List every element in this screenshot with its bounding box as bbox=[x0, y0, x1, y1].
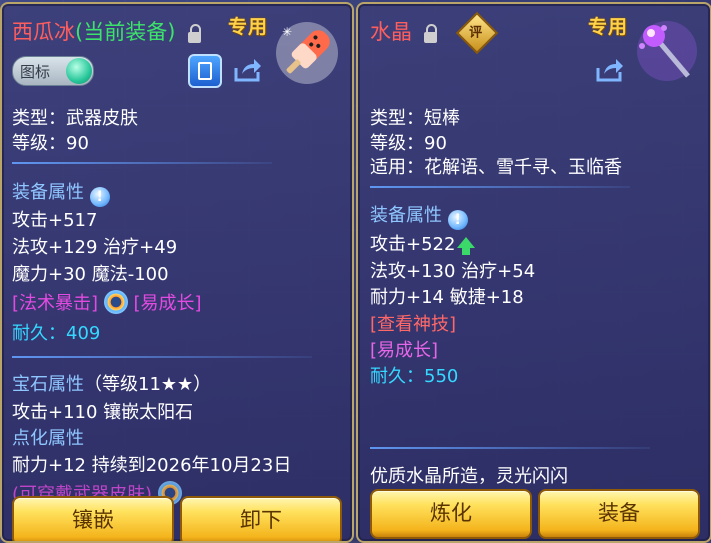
up-arrow-icon bbox=[457, 237, 476, 255]
lock-icon[interactable] bbox=[424, 24, 437, 43]
right-durability: 耐久：550 bbox=[370, 362, 458, 388]
exclusive-label: 专用 bbox=[228, 16, 269, 38]
right-attr-2: 法攻+130 治疗+54 bbox=[370, 261, 536, 282]
view-skill-link[interactable]: [查看神技] bbox=[370, 310, 456, 336]
unequip-button[interactable]: 卸下 bbox=[180, 496, 342, 541]
crystal-wand-icon bbox=[637, 21, 697, 81]
exclusive-label: 专用 bbox=[588, 16, 629, 38]
left-item-title: 西瓜冰(当前装备) bbox=[12, 16, 175, 46]
right-equip-attr-header: 装备属性 ! bbox=[370, 201, 468, 230]
left-item-status: (当前装备) bbox=[75, 20, 176, 44]
right-item-tooltip: 水晶 评 专用 类型：短棒 等级：90 适用：花解语、雪千寻、玉临香 装备属性 … bbox=[356, 2, 711, 543]
divider bbox=[12, 162, 272, 164]
info-icon[interactable]: ! bbox=[447, 210, 468, 230]
equip-attr-header-text: 装备属性 bbox=[12, 182, 84, 203]
share-icon[interactable] bbox=[594, 54, 624, 84]
left-item-name: 西瓜冰 bbox=[12, 20, 75, 44]
popsicle-skin-icon: ✳ bbox=[276, 22, 338, 84]
toggle-knob bbox=[66, 58, 92, 84]
left-gem-detail: 攻击+110 镶嵌太阳石 bbox=[12, 402, 194, 423]
rating-icon[interactable]: 评 bbox=[455, 11, 499, 55]
left-gem-row: 宝石属性（等级11★★） bbox=[12, 370, 211, 396]
left-level: 等级：90 bbox=[12, 133, 89, 154]
svg-text:✳: ✳ bbox=[282, 25, 292, 39]
left-type: 类型：武器皮肤 bbox=[12, 108, 138, 129]
right-usable: 适用：花解语、雪千寻、玉临香 bbox=[370, 157, 622, 178]
icon-toggle-label: 图标 bbox=[20, 63, 51, 81]
rating-icon-label: 评 bbox=[469, 25, 483, 41]
left-attr-1: 攻击+517 bbox=[12, 210, 98, 231]
right-type: 类型：短棒 bbox=[370, 108, 460, 129]
gem-header: 宝石属性 bbox=[12, 374, 84, 395]
durability-value: 550 bbox=[424, 366, 459, 387]
left-durability: 耐久：409 bbox=[12, 319, 100, 345]
durability-label: 耐久： bbox=[370, 366, 424, 387]
left-attr-2: 法攻+129 治疗+49 bbox=[12, 237, 178, 258]
lock-icon[interactable] bbox=[188, 24, 201, 43]
right-description: 优质水晶所造，灵光闪闪 bbox=[370, 466, 568, 487]
left-special-2[interactable]: [易成长] bbox=[134, 293, 202, 314]
divider bbox=[370, 186, 630, 188]
equip-attr-header-text: 装备属性 bbox=[370, 205, 442, 226]
right-level: 等级：90 bbox=[370, 133, 447, 154]
divider bbox=[370, 447, 650, 449]
icon-toggle[interactable]: 图标 bbox=[12, 56, 94, 86]
right-attr-1-text: 攻击+522 bbox=[370, 234, 456, 255]
save-icon-button[interactable] bbox=[188, 54, 222, 88]
info-icon[interactable]: ! bbox=[89, 187, 110, 207]
durability-value: 409 bbox=[66, 323, 101, 344]
left-special-1[interactable]: [法术暴击] bbox=[12, 293, 98, 314]
left-special-row: [法术暴击] [易成长] bbox=[12, 289, 202, 315]
refresh-icon[interactable] bbox=[103, 290, 128, 314]
right-item-name: 水晶 bbox=[370, 20, 412, 44]
left-dianhua-detail: 耐力+12 持续到2026年10月23日 bbox=[12, 455, 292, 476]
right-attr-1: 攻击+522 bbox=[370, 230, 476, 256]
share-icon[interactable] bbox=[232, 54, 262, 84]
left-item-tooltip: 西瓜冰(当前装备) 专用 ✳ 图标 类型：武器皮肤 等级：90 装备属性 ! 攻… bbox=[0, 2, 354, 543]
divider bbox=[12, 356, 312, 358]
equip-button[interactable]: 装备 bbox=[538, 489, 700, 539]
inlay-button[interactable]: 镶嵌 bbox=[12, 496, 174, 541]
left-equip-attr-header: 装备属性 ! bbox=[12, 178, 110, 207]
durability-label: 耐久： bbox=[12, 323, 66, 344]
right-special[interactable]: [易成长] bbox=[370, 336, 438, 362]
right-attr-3: 耐力+14 敏捷+18 bbox=[370, 287, 524, 308]
left-attr-3: 魔力+30 魔法-100 bbox=[12, 264, 169, 285]
gem-level: （等级11★★） bbox=[84, 374, 212, 395]
refine-button[interactable]: 炼化 bbox=[370, 489, 532, 539]
left-dianhua-header: 点化属性 bbox=[12, 428, 84, 449]
